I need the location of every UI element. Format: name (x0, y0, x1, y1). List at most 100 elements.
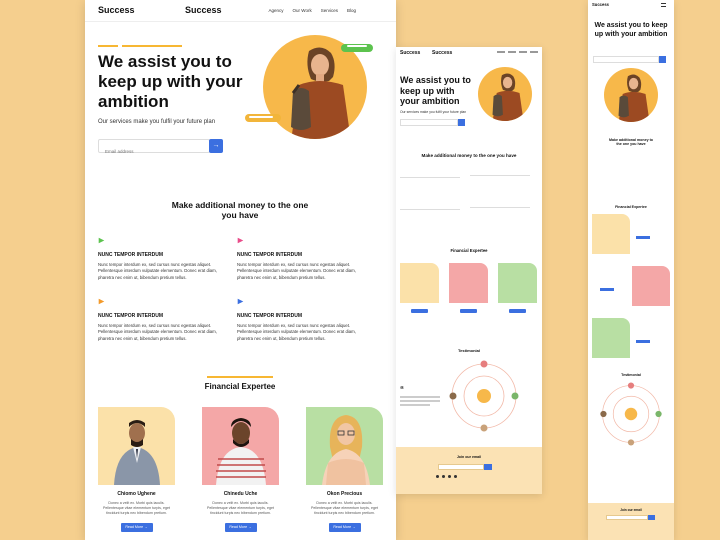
feature-item (400, 177, 460, 178)
mobile-mockup: Success We assist you to keep up with yo… (588, 0, 674, 540)
features-title: Make additional money to the one you hav… (421, 153, 517, 158)
top-navbar: Success Success Agency Our Work Services… (85, 0, 396, 22)
read-more-button[interactable]: Read More → (328, 523, 361, 532)
feature-heading: NUNC TEMPOR INTERDUM (98, 252, 163, 258)
play-icon (98, 298, 105, 305)
feature-item (470, 207, 530, 208)
feature-body: Nunc tempor interdum ex, sed cursus nunc… (237, 262, 356, 280)
chip-line (347, 45, 367, 47)
quote-icon: “ (400, 385, 404, 394)
woman-with-backpack-illustration (618, 74, 650, 122)
facebook-icon[interactable] (436, 475, 439, 478)
expert-photo (400, 263, 439, 303)
email-field[interactable] (400, 119, 458, 126)
logo-center[interactable]: Success (185, 5, 222, 15)
nav-link[interactable] (497, 51, 505, 53)
nav-link[interactable] (530, 51, 538, 53)
feature-item (470, 175, 530, 176)
expert-card (592, 214, 670, 260)
feature-heading: NUNC TEMPOR INTERDUM (98, 313, 163, 319)
hamburger-menu-icon[interactable] (661, 3, 666, 7)
nav-link[interactable] (508, 51, 516, 53)
newsletter-footer: Join our email (396, 447, 542, 494)
hero-subtitle: Our services make you fulfil your future… (98, 119, 216, 125)
feature-body: Nunc tempor interdum ex, sed cursus nunc… (237, 323, 356, 341)
email-submit-button[interactable] (458, 119, 465, 126)
experts-title: Financial Expertee (615, 205, 647, 209)
expert-photo (592, 318, 630, 358)
twitter-icon[interactable] (448, 475, 451, 478)
man-striped-shirt-photo (216, 418, 266, 485)
expert-photo (498, 263, 537, 303)
experts-cards: Chiomo Ughene Donec a velit ex. Morbi qu… (98, 407, 383, 540)
tablet-mockup: Success Success We assist you to keep up… (396, 47, 542, 494)
newsletter-title: Join our email (456, 455, 482, 459)
play-icon (98, 237, 105, 244)
read-more-button[interactable] (460, 309, 477, 313)
logo[interactable]: Success (98, 5, 135, 15)
read-more-button[interactable] (636, 236, 650, 239)
read-more-button[interactable] (411, 309, 428, 313)
logo[interactable]: Success (400, 50, 420, 56)
expert-card (592, 266, 670, 312)
nav-link-agency[interactable]: Agency (269, 8, 284, 13)
email-field[interactable] (98, 139, 210, 158)
desktop-mockup: Success Success Agency Our Work Services… (85, 0, 396, 540)
feature-item: NUNC TEMPOR INTERDUM Nunc tempor interdu… (237, 231, 365, 281)
arrow-right-icon: → (212, 142, 220, 149)
expert-description: Donec a velit ex. Morbi quis iaculis. Pe… (311, 501, 378, 515)
hero-image (604, 68, 658, 122)
linkedin-icon[interactable] (454, 475, 457, 478)
expert-card: Okon Precious Donec a velit ex. Morbi qu… (306, 407, 383, 532)
email-field[interactable] (593, 56, 659, 63)
expert-photo (632, 266, 670, 306)
expert-photo (202, 407, 279, 485)
nav-link-our-work[interactable]: Our Work (293, 8, 312, 13)
email-submit-button[interactable] (659, 56, 666, 63)
newsletter-submit-button[interactable] (648, 515, 655, 520)
read-more-button[interactable]: Read More → (224, 523, 257, 532)
nav-link[interactable] (519, 51, 527, 53)
hero-title: We assist you to keep up with your ambit… (594, 22, 668, 38)
expert-photo (306, 407, 383, 485)
expert-photo (98, 407, 175, 485)
newsletter-email-field[interactable] (438, 464, 484, 470)
expert-photo (592, 214, 630, 254)
testimonial-title: Testimonial (621, 373, 641, 377)
testimonial-text: “ (400, 385, 444, 406)
instagram-icon[interactable] (442, 475, 445, 478)
expert-card (449, 263, 488, 313)
nav-link-blog[interactable]: Blog (347, 8, 356, 13)
expert-card (400, 263, 439, 313)
features-title: Make additional money to the one you hav… (171, 200, 309, 220)
newsletter-email-field[interactable] (606, 515, 648, 520)
feature-item: NUNC TEMPOR INTERDUM Nunc tempor interdu… (98, 231, 226, 281)
experts-title: Financial Expertee (450, 248, 488, 253)
read-more-button[interactable] (509, 309, 526, 313)
read-more-button[interactable] (636, 340, 650, 343)
testimonial-orbit-graphic (449, 360, 519, 432)
logo[interactable]: Success (592, 2, 609, 7)
man-in-suit-photo (114, 420, 160, 485)
feature-item: NUNC TEMPOR INTERDUM Nunc tempor interdu… (98, 292, 226, 342)
logo-center[interactable]: Success (432, 50, 452, 56)
email-submit-button[interactable]: → (209, 139, 223, 153)
newsletter-submit-button[interactable] (484, 464, 492, 470)
hero-title: We assist you to keep up with your ambit… (400, 75, 471, 106)
feature-heading: NUNC TEMPOR INTERDUM (237, 252, 302, 258)
read-more-button[interactable] (600, 288, 614, 291)
email-input[interactable] (99, 145, 209, 158)
play-icon (237, 237, 244, 244)
expert-card (592, 318, 670, 364)
woman-with-backpack-illustration (492, 73, 524, 121)
feature-item (400, 209, 460, 210)
feature-heading: NUNC TEMPOR INTERDUM (237, 313, 302, 319)
newsletter-title: Join our email (620, 508, 642, 512)
expert-photo (449, 263, 488, 303)
hero-title: We assist you to keep up with your ambit… (98, 52, 243, 111)
play-icon (237, 298, 244, 305)
read-more-button[interactable]: Read More → (120, 523, 153, 532)
nav-link-services[interactable]: Services (321, 8, 338, 13)
expert-name: Chinedu Uche (223, 491, 258, 497)
features-title: Make additional money to the one you hav… (609, 138, 653, 146)
